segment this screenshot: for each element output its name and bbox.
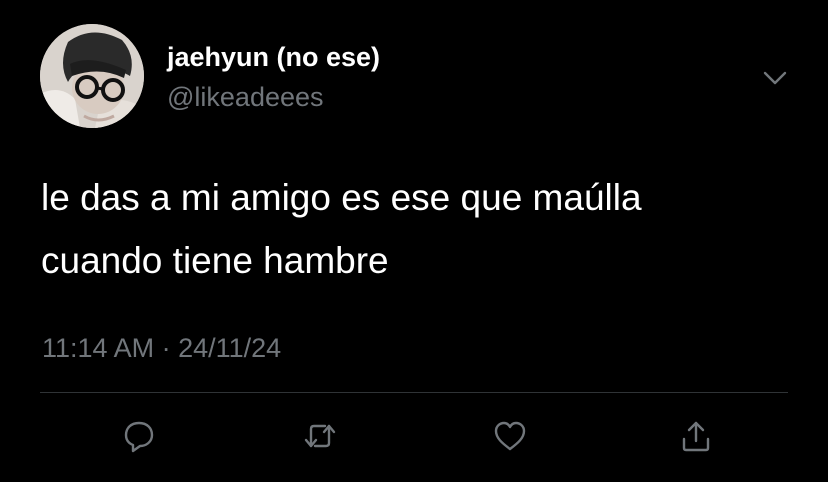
like-button[interactable] [490, 416, 530, 456]
reply-button[interactable] [119, 416, 159, 456]
username-handle[interactable]: @likeadeees [167, 82, 324, 113]
chevron-down-icon [763, 71, 787, 85]
tweet-text: le das a mi amigo es ese que maúlla cuan… [41, 166, 801, 292]
reply-icon [124, 421, 154, 453]
avatar[interactable] [40, 24, 144, 128]
retweet-button[interactable] [300, 416, 340, 456]
display-name[interactable]: jaehyun (no ese) [167, 42, 380, 73]
share-button[interactable] [676, 416, 716, 456]
tweet-timestamp[interactable]: 11:14 AM · 24/11/24 [42, 333, 281, 364]
avatar-photo [40, 24, 144, 128]
tweet-text-line-2: cuando tiene hambre [41, 240, 389, 281]
tweet: jaehyun (no ese) @likeadeees le das a mi… [0, 0, 828, 482]
divider [40, 392, 788, 393]
share-icon [682, 421, 710, 452]
more-options-button[interactable] [760, 64, 790, 92]
retweet-icon [304, 424, 336, 448]
tweet-text-line-1: le das a mi amigo es ese que maúlla [41, 177, 642, 218]
heart-icon [494, 421, 526, 451]
